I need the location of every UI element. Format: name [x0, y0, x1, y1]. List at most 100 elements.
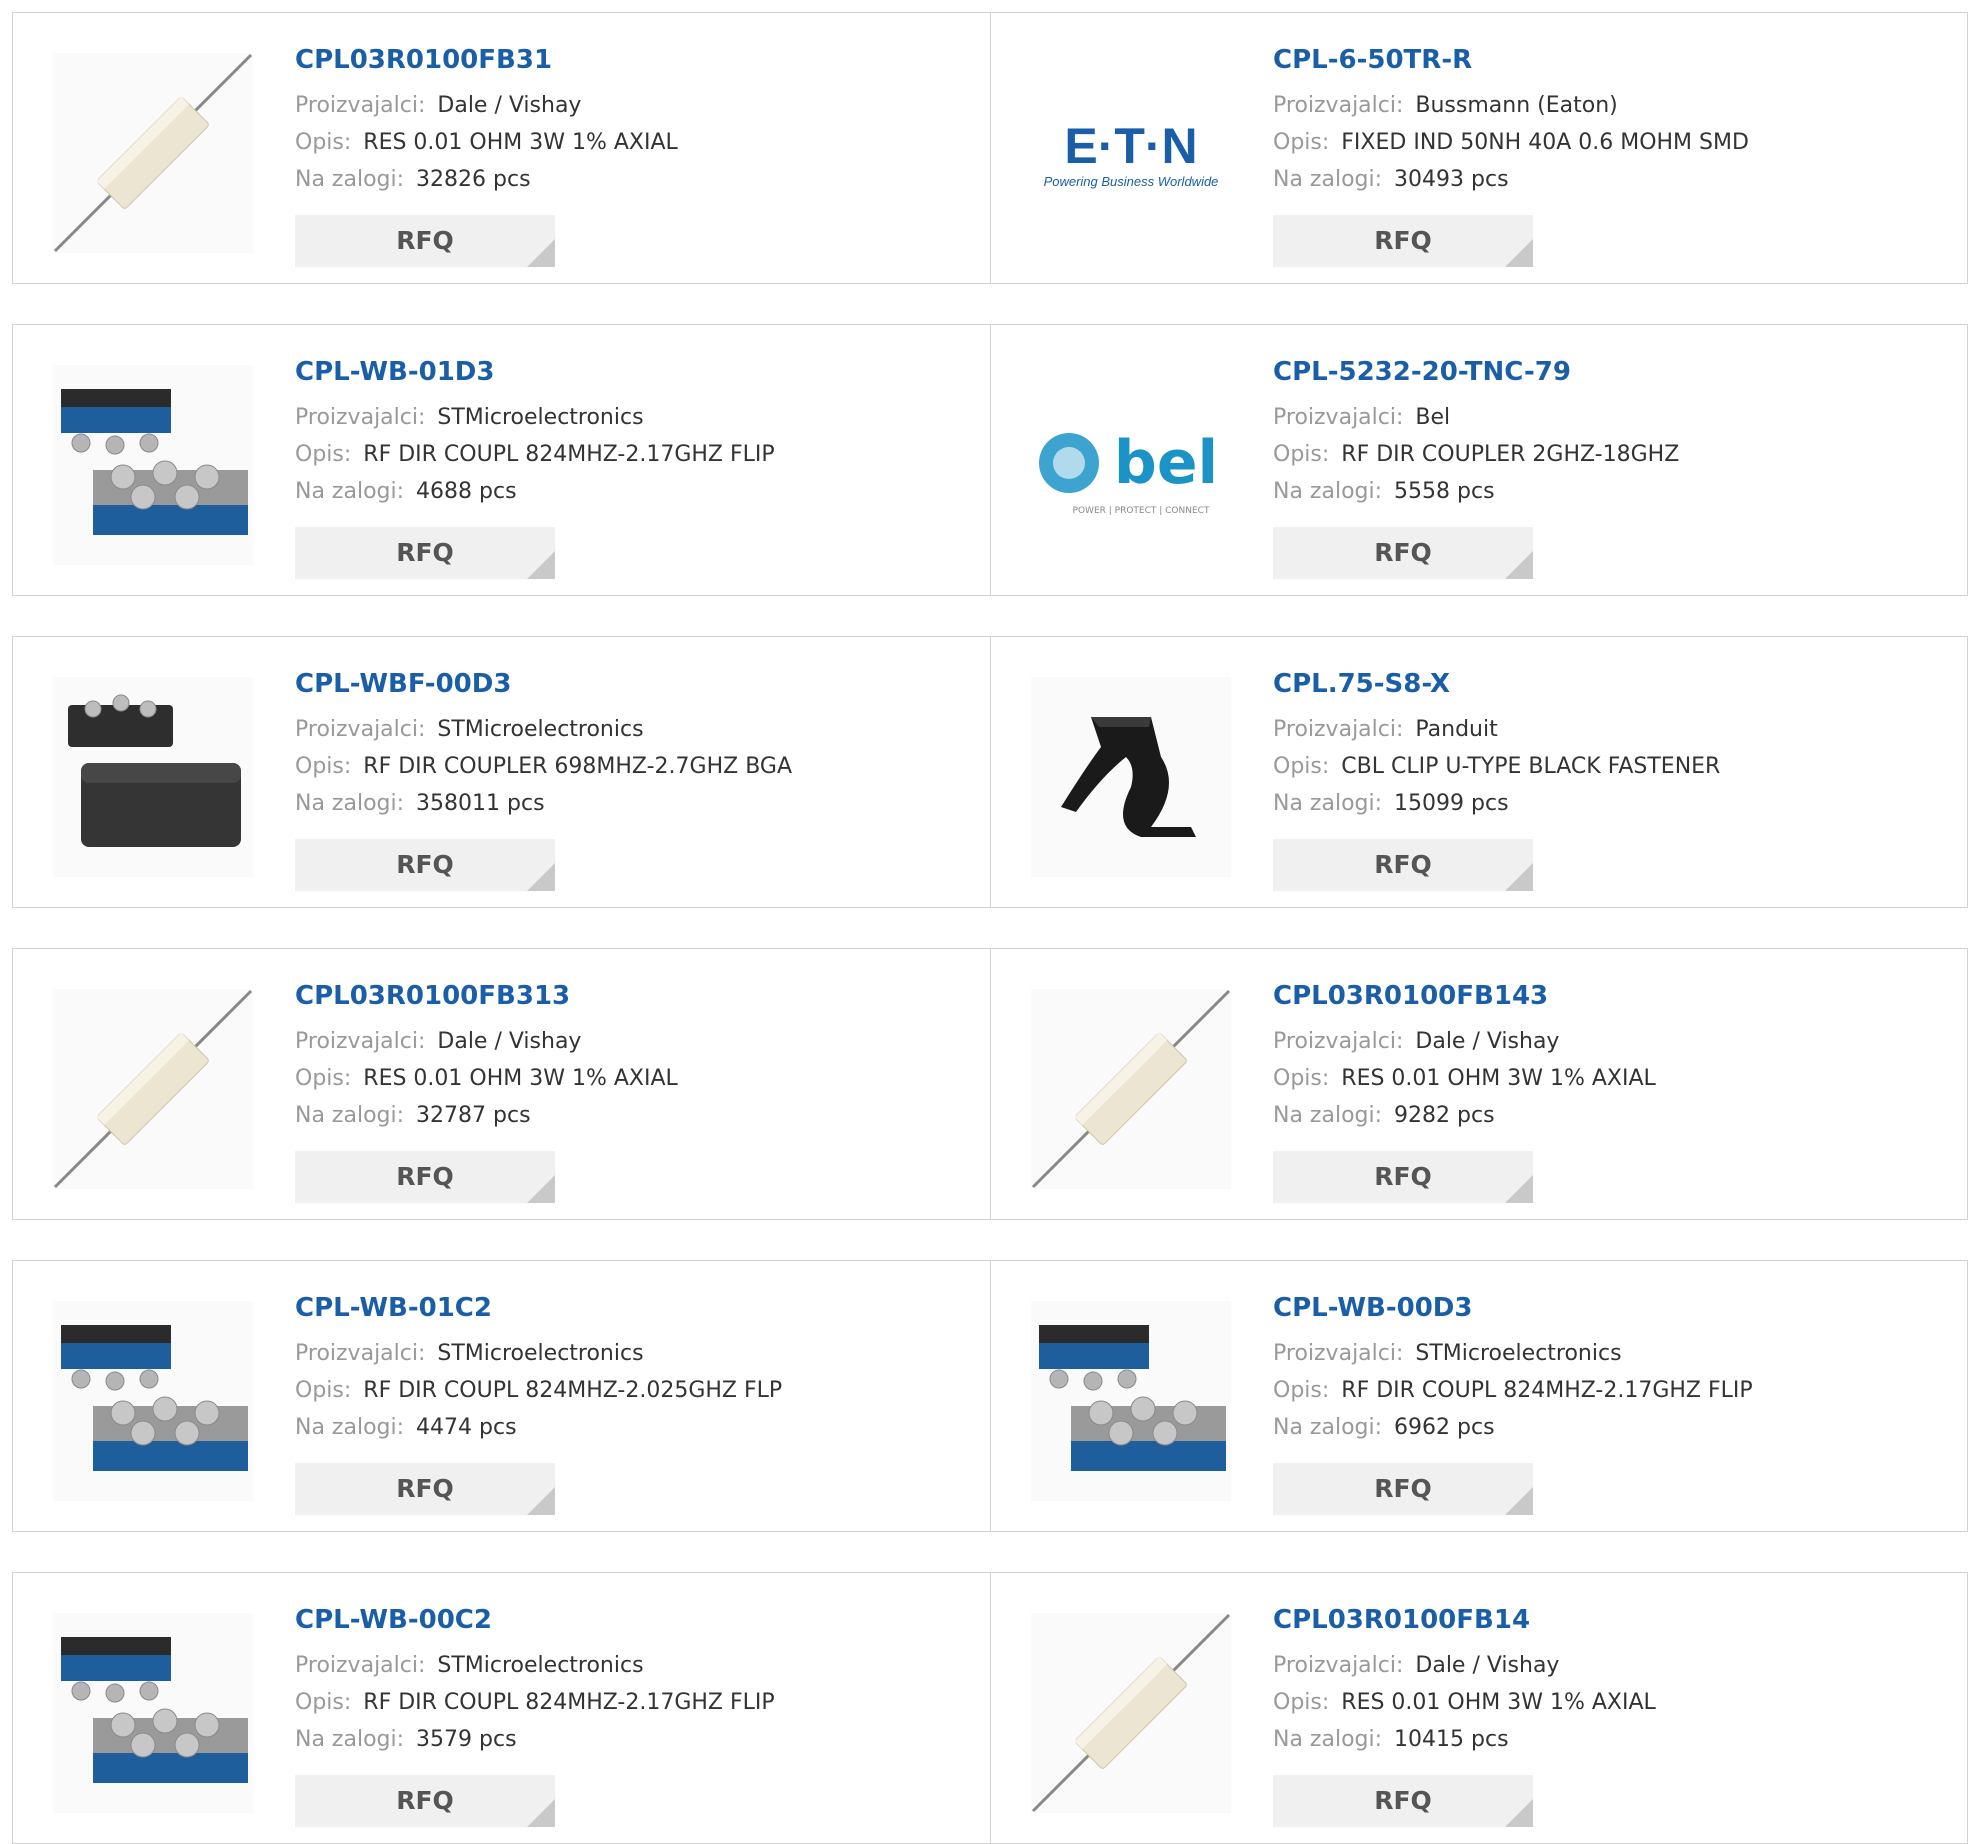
manufacturer-label: Proizvajalci:	[1273, 1653, 1404, 1678]
product-card: CPL-WBF-00D3 Proizvajalci: STMicroelectro…	[13, 637, 990, 907]
product-image[interactable]	[1031, 989, 1231, 1189]
product-image[interactable]: bel POWER | PROTECT | CONNECT	[1031, 365, 1231, 565]
part-number-link[interactable]: CPL03R0100FB31	[295, 43, 980, 77]
product-row: CPL03R0100FB313 Proizvajalci: Dale / Vish…	[12, 948, 1968, 1220]
description-label: Opis:	[1273, 1690, 1330, 1715]
rfq-button[interactable]: RFQ	[295, 839, 555, 891]
rfq-button[interactable]: RFQ	[1273, 215, 1533, 267]
manufacturer-label: Proizvajalci:	[1273, 717, 1404, 742]
logo-text: bel	[1114, 428, 1218, 498]
stock-line: Na zalogi: 358011 pcs	[295, 785, 980, 822]
stock-value: 32787 pcs	[416, 1103, 531, 1128]
corner-decoration	[1505, 1799, 1533, 1827]
product-card: CPL03R0100FB313 Proizvajalci: Dale / Vish…	[13, 949, 990, 1219]
stock-line: Na zalogi: 10415 pcs	[1273, 1721, 1957, 1758]
manufacturer-line: Proizvajalci: STMicroelectronics	[295, 1335, 980, 1372]
part-number-link[interactable]: CPL-WB-00C2	[295, 1603, 980, 1637]
product-image[interactable]	[53, 53, 253, 253]
axial-resistor-icon	[1031, 989, 1231, 1189]
product-image[interactable]	[53, 677, 253, 877]
description-line: Opis: RES 0.01 OHM 3W 1% AXIAL	[1273, 1060, 1957, 1097]
part-number-link[interactable]: CPL03R0100FB143	[1273, 979, 1957, 1013]
product-info: CPL-WB-00D3 Proizvajalci: STMicroelectron…	[1273, 1291, 1957, 1515]
product-image[interactable]: E·T·N Powering Business Worldwide	[1031, 53, 1231, 253]
part-number-link[interactable]: CPL-6-50TR-R	[1273, 43, 1957, 77]
manufacturer-line: Proizvajalci: STMicroelectronics	[295, 1647, 980, 1684]
product-image[interactable]	[53, 1301, 253, 1501]
part-number-link[interactable]: CPL03R0100FB14	[1273, 1603, 1957, 1637]
rfq-button[interactable]: RFQ	[295, 1463, 555, 1515]
product-row: CPL-WB-01C2 Proizvajalci: STMicroelectron…	[12, 1260, 1968, 1532]
rfq-button[interactable]: RFQ	[1273, 527, 1533, 579]
manufacturer-value: Dale / Vishay	[437, 1029, 582, 1054]
part-number-link[interactable]: CPL-WBF-00D3	[295, 667, 980, 701]
stock-value: 6962 pcs	[1394, 1415, 1495, 1440]
description-value: RF DIR COUPLER 698MHZ-2.7GHZ BGA	[363, 754, 792, 779]
part-number-link[interactable]: CPL-WB-01D3	[295, 355, 980, 389]
description-line: Opis: RES 0.01 OHM 3W 1% AXIAL	[295, 1060, 980, 1097]
flip-chip-icon	[53, 1301, 253, 1501]
rfq-button[interactable]: RFQ	[295, 527, 555, 579]
rfq-label: RFQ	[1374, 1474, 1432, 1503]
stock-label: Na zalogi:	[295, 167, 405, 192]
description-label: Opis:	[1273, 754, 1330, 779]
part-number-link[interactable]: CPL-WB-01C2	[295, 1291, 980, 1325]
manufacturer-line: Proizvajalci: Dale / Vishay	[1273, 1023, 1957, 1060]
manufacturer-label: Proizvajalci:	[1273, 1341, 1404, 1366]
product-image[interactable]	[1031, 1301, 1231, 1501]
stock-label: Na zalogi:	[1273, 791, 1383, 816]
description-label: Opis:	[295, 442, 352, 467]
stock-line: Na zalogi: 4688 pcs	[295, 473, 980, 510]
product-image[interactable]	[1031, 677, 1231, 877]
manufacturer-line: Proizvajalci: Dale / Vishay	[295, 1023, 980, 1060]
rfq-button[interactable]: RFQ	[295, 1151, 555, 1203]
rfq-button[interactable]: RFQ	[295, 1775, 555, 1827]
manufacturer-value: Bel	[1415, 405, 1451, 430]
product-row: CPL-WB-00C2 Proizvajalci: STMicroelectron…	[12, 1572, 1968, 1844]
manufacturer-line: Proizvajalci: STMicroelectronics	[1273, 1335, 1957, 1372]
part-number-link[interactable]: CPL03R0100FB313	[295, 979, 980, 1013]
rfq-label: RFQ	[396, 1474, 454, 1503]
manufacturer-value: Dale / Vishay	[1415, 1653, 1560, 1678]
description-value: RES 0.01 OHM 3W 1% AXIAL	[1341, 1690, 1656, 1715]
product-info: CPL03R0100FB313 Proizvajalci: Dale / Vish…	[295, 979, 980, 1203]
rfq-button[interactable]: RFQ	[1273, 1775, 1533, 1827]
part-number-link[interactable]: CPL.75-S8-X	[1273, 667, 1957, 701]
description-value: FIXED IND 50NH 40A 0.6 MOHM SMD	[1341, 130, 1749, 155]
stock-value: 9282 pcs	[1394, 1103, 1495, 1128]
product-image[interactable]	[53, 365, 253, 565]
product-card: bel POWER | PROTECT | CONNECT CPL-5232-2…	[990, 325, 1967, 595]
manufacturer-label: Proizvajalci:	[1273, 1029, 1404, 1054]
manufacturer-value: Dale / Vishay	[1415, 1029, 1560, 1054]
description-value: RES 0.01 OHM 3W 1% AXIAL	[1341, 1066, 1656, 1091]
stock-line: Na zalogi: 15099 pcs	[1273, 785, 1957, 822]
rfq-label: RFQ	[1374, 1162, 1432, 1191]
product-card: CPL-WB-00C2 Proizvajalci: STMicroelectron…	[13, 1573, 990, 1843]
stock-line: Na zalogi: 9282 pcs	[1273, 1097, 1957, 1134]
rfq-button[interactable]: RFQ	[295, 215, 555, 267]
description-line: Opis: RES 0.01 OHM 3W 1% AXIAL	[295, 124, 980, 161]
axial-resistor-icon	[53, 53, 253, 253]
rfq-button[interactable]: RFQ	[1273, 1151, 1533, 1203]
product-image[interactable]	[53, 989, 253, 1189]
manufacturer-value: STMicroelectronics	[437, 717, 644, 742]
product-card: CPL03R0100FB143 Proizvajalci: Dale / Vish…	[990, 949, 1967, 1219]
product-card: CPL-WB-01D3 Proizvajalci: STMicroelectron…	[13, 325, 990, 595]
stock-label: Na zalogi:	[1273, 1415, 1383, 1440]
product-image[interactable]	[1031, 1613, 1231, 1813]
product-image[interactable]	[53, 1613, 253, 1813]
stock-value: 15099 pcs	[1394, 791, 1509, 816]
part-number-link[interactable]: CPL-WB-00D3	[1273, 1291, 1957, 1325]
product-card: CPL-WB-00D3 Proizvajalci: STMicroelectron…	[990, 1261, 1967, 1531]
stock-line: Na zalogi: 32826 pcs	[295, 161, 980, 198]
manufacturer-line: Proizvajalci: Panduit	[1273, 711, 1957, 748]
rfq-label: RFQ	[396, 1162, 454, 1191]
part-number-link[interactable]: CPL-5232-20-TNC-79	[1273, 355, 1957, 389]
manufacturer-value: STMicroelectronics	[437, 1653, 644, 1678]
rfq-button[interactable]: RFQ	[1273, 839, 1533, 891]
manufacturer-label: Proizvajalci:	[295, 93, 426, 118]
rfq-button[interactable]: RFQ	[1273, 1463, 1533, 1515]
description-value: RF DIR COUPL 824MHZ-2.17GHZ FLIP	[1341, 1378, 1753, 1403]
description-value: RES 0.01 OHM 3W 1% AXIAL	[363, 1066, 678, 1091]
manufacturer-value: STMicroelectronics	[437, 1341, 644, 1366]
